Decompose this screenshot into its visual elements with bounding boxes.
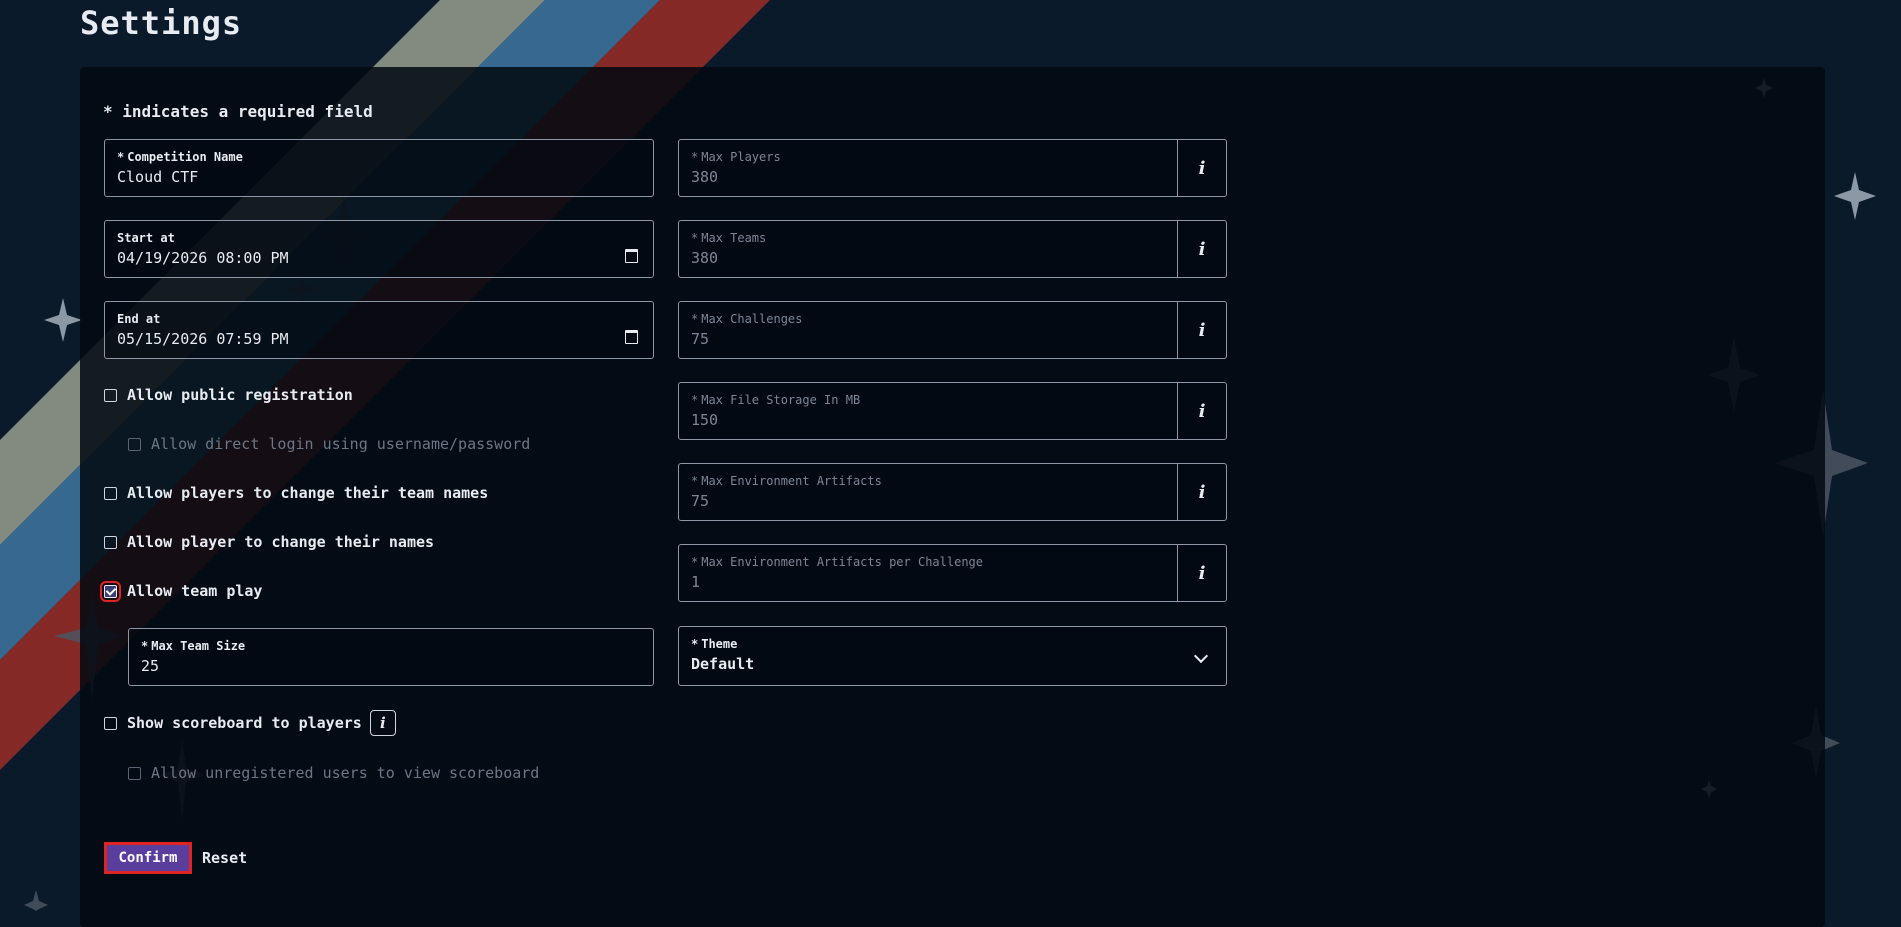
reset-button[interactable]: Reset [202,849,247,867]
sparkle-icon [24,890,48,911]
show-scoreboard-checkbox[interactable] [104,716,117,730]
calendar-icon[interactable] [625,249,638,263]
competition-name-field[interactable]: * Competition Name Cloud CTF [104,139,654,197]
theme-value[interactable]: Default [691,655,754,673]
max-challenges-field[interactable]: * Max Challenges 75 i [678,301,1227,359]
change-names-label: Allow player to change their names [127,533,435,551]
info-icon[interactable]: i [1177,545,1226,601]
theme-select[interactable]: * Theme Default [678,626,1227,686]
change-names-option[interactable]: Allow player to change their names [104,533,434,551]
end-at-field[interactable]: End at 05/15/2026 07:59 PM [104,301,654,359]
max-teams-field[interactable]: * Max Teams 380 i [678,220,1227,278]
max-artifacts-per-challenge-label: * Max Environment Artifacts per Challenge [691,555,983,569]
max-environment-artifacts-value[interactable]: 75 [691,492,709,510]
info-icon[interactable]: i [1177,140,1226,196]
unregistered-scoreboard-option: Allow unregistered users to view scorebo… [128,764,539,782]
unregistered-scoreboard-checkbox [128,766,141,780]
max-players-field[interactable]: * Max Players 380 i [678,139,1227,197]
public-registration-label: Allow public registration [127,386,353,404]
direct-login-option: Allow direct login using username/passwo… [128,435,530,453]
max-environment-artifacts-field[interactable]: * Max Environment Artifacts 75 i [678,463,1227,521]
max-file-storage-value[interactable]: 150 [691,411,718,429]
max-team-size-field[interactable]: * Max Team Size 25 [128,628,654,686]
calendar-icon[interactable] [625,330,638,344]
team-play-option[interactable]: Allow team play [100,580,263,602]
direct-login-label: Allow direct login using username/passwo… [151,435,531,453]
max-challenges-label: * Max Challenges [691,312,803,326]
info-icon[interactable]: i [369,710,396,736]
max-file-storage-label: * Max File Storage In MB [691,393,861,407]
show-scoreboard-label: Show scoreboard to players [127,714,362,732]
info-icon[interactable]: i [1177,302,1226,358]
change-team-names-option[interactable]: Allow players to change their team names [104,484,488,502]
chevron-down-icon[interactable] [1193,648,1209,664]
max-players-label: * Max Players [691,150,781,164]
change-team-names-label: Allow players to change their team names [127,484,489,502]
start-at-label: Start at [117,231,175,245]
max-artifacts-per-challenge-field[interactable]: * Max Environment Artifacts per Challenge… [678,544,1227,602]
confirm-button[interactable]: Confirm [104,842,192,874]
info-icon[interactable]: i [1177,221,1226,277]
max-artifacts-per-challenge-value[interactable]: 1 [691,573,700,591]
competition-name-label: * Competition Name [117,150,243,164]
max-challenges-value[interactable]: 75 [691,330,709,348]
info-icon[interactable]: i [1177,383,1226,439]
max-file-storage-field[interactable]: * Max File Storage In MB 150 i [678,382,1227,440]
max-players-value[interactable]: 380 [691,168,718,186]
direct-login-checkbox [128,437,141,451]
page-title: Settings [80,4,243,42]
max-environment-artifacts-label: * Max Environment Artifacts [691,474,882,488]
end-at-label: End at [117,312,161,326]
max-teams-label: * Max Teams [691,231,767,245]
required-field-note: * indicates a required field [103,102,373,121]
change-names-checkbox[interactable] [104,535,117,549]
start-at-field[interactable]: Start at 04/19/2026 08:00 PM [104,220,654,278]
max-teams-value[interactable]: 380 [691,249,718,267]
unregistered-scoreboard-label: Allow unregistered users to view scorebo… [151,764,540,782]
public-registration-option[interactable]: Allow public registration [104,386,353,404]
sparkle-icon [1834,172,1876,220]
theme-label: * Theme [691,637,738,651]
show-scoreboard-option[interactable]: Show scoreboard to players i [104,710,396,736]
team-play-checkbox[interactable] [100,580,121,602]
info-icon[interactable]: i [1177,464,1226,520]
max-team-size-label: * Max Team Size [141,639,246,653]
max-team-size-value[interactable]: 25 [141,657,159,675]
change-team-names-checkbox[interactable] [104,486,117,500]
team-play-label: Allow team play [127,582,263,600]
end-at-value[interactable]: 05/15/2026 07:59 PM [117,330,289,348]
sparkle-icon [44,298,82,342]
start-at-value[interactable]: 04/19/2026 08:00 PM [117,249,289,267]
competition-name-value[interactable]: Cloud CTF [117,168,198,186]
public-registration-checkbox[interactable] [104,388,117,402]
